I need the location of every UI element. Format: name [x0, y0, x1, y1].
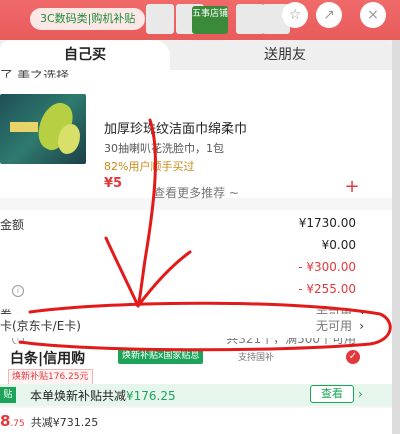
row-value: ¥1730.00 [298, 216, 356, 230]
view-button[interactable]: 查看 [310, 385, 354, 403]
banner-thumb [146, 4, 174, 34]
total-amount-decimal: .75 [10, 419, 25, 429]
row-value: ¥0.00 [321, 238, 356, 252]
checkout-sheet: 自己买 送朋友 了 美之选择 加厚珍珠纹洁面巾绵柔巾 30抽喇叭花洗脸巾，1包 … [0, 40, 392, 434]
tab-buy-for-self[interactable]: 自己买 [0, 40, 170, 70]
support-text: 支持国补 [238, 353, 275, 363]
summary-row-amount: 金额 ¥1730.00 [0, 216, 392, 238]
subsidy-text-prefix: 本单焕新补贴共减 [30, 389, 127, 403]
row-label: 金额 [0, 218, 25, 232]
row-value: 无可用 [315, 319, 352, 333]
tab-bar: 自己买 送朋友 [0, 40, 392, 70]
tab-gift-to-friend[interactable]: 送朋友 [220, 40, 350, 70]
subsidy-text: 本单焕新补贴共减¥176.25 [30, 387, 176, 404]
summary-row-discount: - ¥300.00 [0, 260, 392, 282]
subsidy-amount: ¥176.25 [126, 389, 176, 403]
subsidy-bar: 贴 本单焕新补贴共减¥176.25 查看 › [0, 384, 392, 406]
product-image[interactable] [0, 94, 86, 164]
more-recommendations-link[interactable]: 查看更多推荐 ~ [0, 184, 392, 201]
shop-badge: 五事店铺 [192, 6, 228, 34]
total-amount: 8 [0, 412, 11, 430]
product-name[interactable]: 加厚珍珠纹洁面巾绵柔巾 [104, 118, 247, 137]
star-icon[interactable]: ☆ [282, 2, 308, 28]
payment-baitiao[interactable]: 白条|信用购 焕新补贴x国家贴息 支持国补 ✓ 焕新补贴176.25元 [0, 344, 392, 385]
info-icon[interactable]: i [12, 285, 24, 297]
check-icon[interactable]: ✓ [346, 350, 360, 364]
discount-badge: 焕新补贴176.25元 [8, 369, 93, 385]
payment-method-title: 白条|信用购 [10, 351, 86, 367]
chevron-right-icon: › [359, 319, 364, 333]
chevron-right-icon: › [358, 387, 363, 401]
row-value: - ¥255.00 [298, 282, 356, 296]
summary-row: ¥0.00 [0, 238, 392, 260]
total-bar: 8.75 共减¥731.25 [0, 408, 392, 434]
row-value: - ¥300.00 [298, 260, 356, 274]
subsidy-tag: 贴 [0, 387, 16, 403]
close-icon[interactable]: × [360, 2, 386, 28]
summary-row-giftcard[interactable]: 卡(京东卡/E卡) 无可用 › [0, 314, 392, 338]
product-spec: 30抽喇叭花洗脸巾，1包 [104, 142, 224, 155]
previous-item-title: 了 美之选择 [0, 69, 70, 84]
subsidy-badge: 焕新补贴x国家贴息 [118, 349, 204, 364]
product-rating: 82%用户顺手买过 [104, 160, 195, 173]
banner-pill: 3C数码类|购机补贴 [30, 8, 146, 30]
recommend-card: 了 美之选择 加厚珍珠纹洁面巾绵柔巾 30抽喇叭花洗脸巾，1包 82%用户顺手买… [0, 70, 392, 198]
summary-row-discount: i - ¥255.00 [0, 282, 392, 304]
background-banner: 3C数码类|购机补贴 五事店铺 ☆ ↗ × [0, 0, 400, 40]
share-icon[interactable]: ↗ [316, 2, 342, 28]
total-saved: 共减¥731.25 [30, 416, 99, 429]
banner-thumb [236, 4, 264, 34]
page-gutter [392, 40, 400, 434]
row-label: 卡(京东卡/E卡) [0, 319, 81, 333]
